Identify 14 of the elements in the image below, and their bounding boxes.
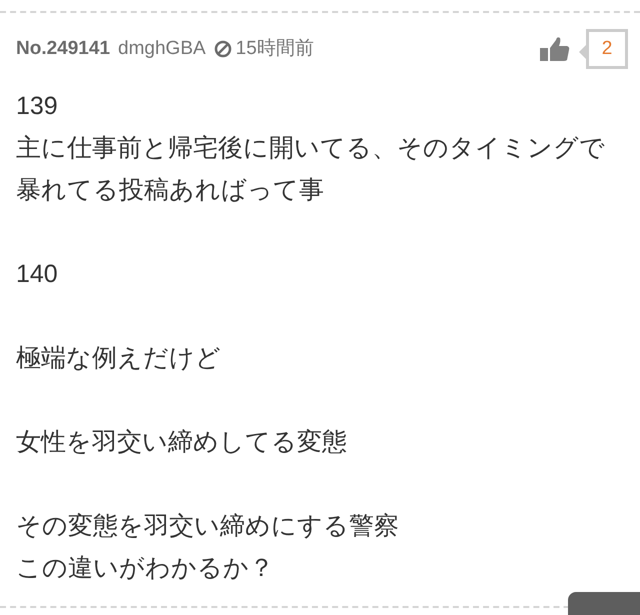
comment-text: その変態を羽交い締めにする警察 — [16, 511, 400, 542]
comment-text: この違いがわかるか？ — [16, 553, 275, 584]
comment-text: 暴れてる投稿あればって事 — [16, 175, 325, 206]
comment-text: 主に仕事前と帰宅後に開いてる、そのタイミングで — [16, 133, 606, 164]
comment-text: 140 — [16, 259, 59, 290]
thumbs-up-icon[interactable] — [540, 36, 570, 62]
post-number: No.249141 — [16, 36, 110, 61]
comment-text: 女性を羽交い締めしてる変態 — [16, 427, 348, 458]
block-icon[interactable] — [214, 40, 232, 58]
comment-text: 極端な例えだけど — [16, 343, 222, 374]
comment-text: 139 — [16, 91, 59, 122]
like-count: 2 — [602, 36, 612, 61]
post-time: 15時間前 — [236, 36, 314, 61]
username: dmghGBA — [118, 36, 206, 61]
